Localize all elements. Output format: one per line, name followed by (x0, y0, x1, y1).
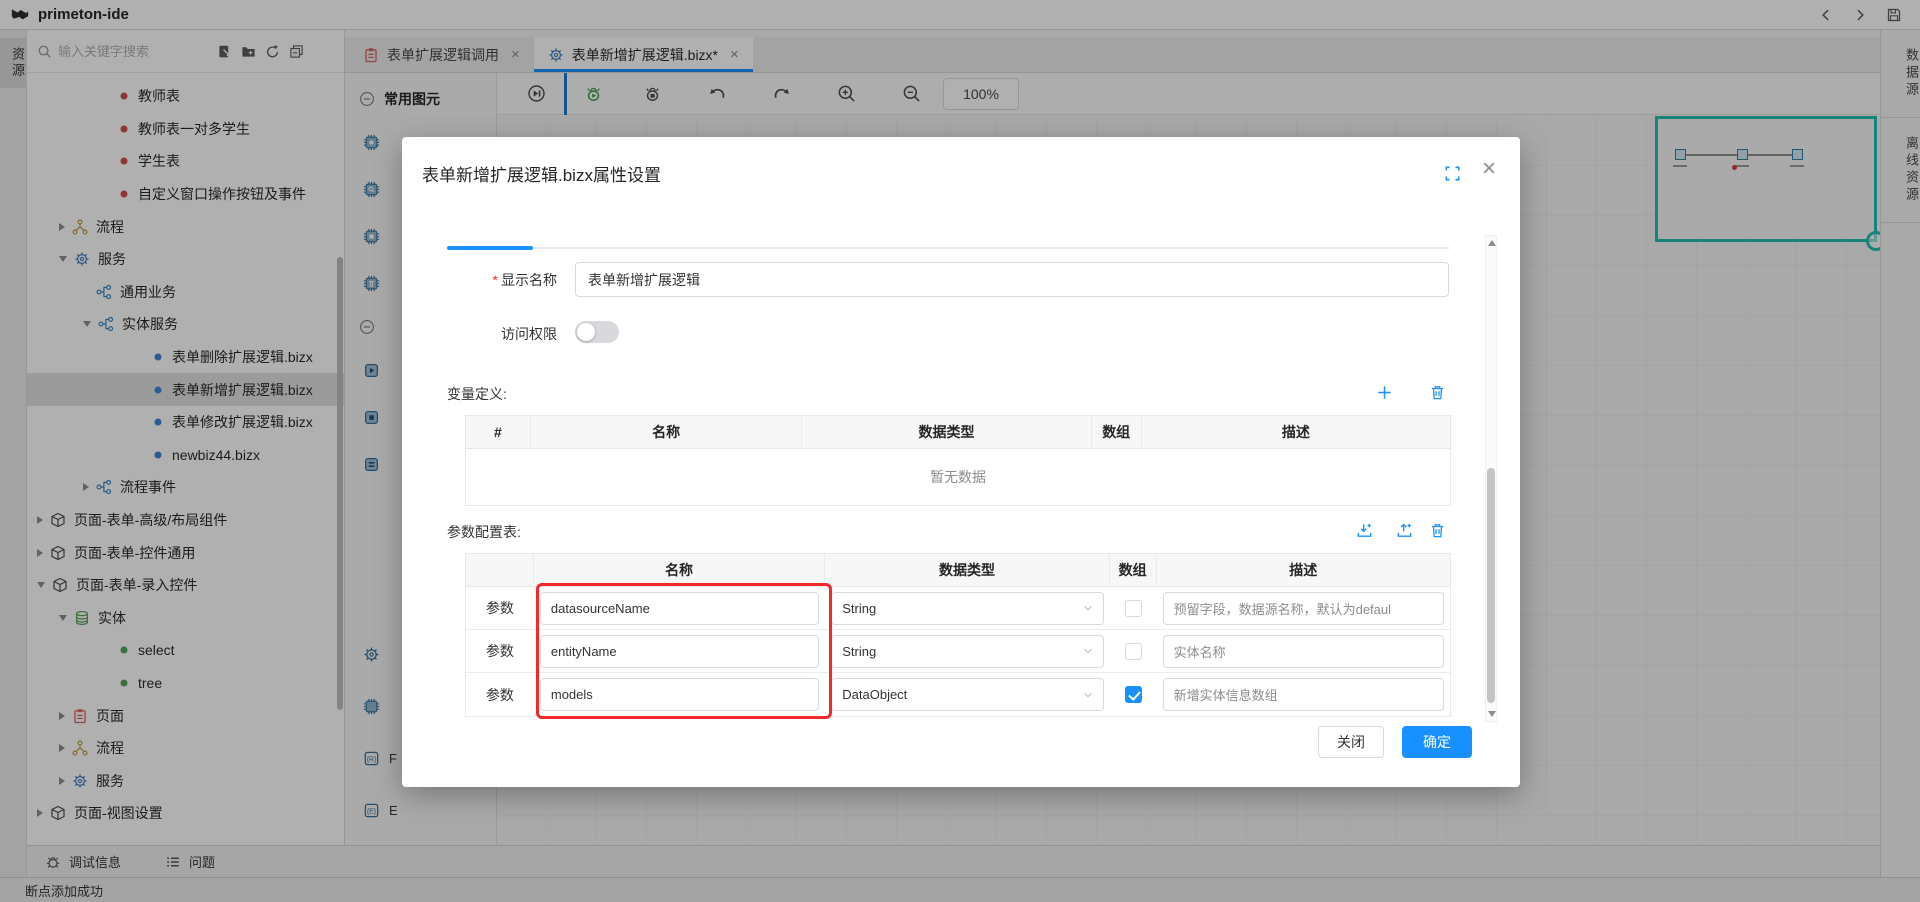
add-variable-icon[interactable] (1376, 384, 1393, 401)
table-column-header: 名称 (531, 416, 802, 448)
param-type-label: 参数 (486, 598, 514, 618)
close-icon[interactable]: × (1482, 157, 1496, 181)
param-description-input[interactable] (1163, 635, 1444, 668)
select-value: String (842, 644, 1080, 659)
param-array-checkbox[interactable] (1125, 686, 1142, 703)
table-column-header: 描述 (1157, 554, 1450, 586)
variables-table-header: #名称数据类型数组描述 (466, 416, 1450, 449)
variables-table: #名称数据类型数组描述 暂无数据 (465, 415, 1451, 506)
param-type-select[interactable]: String (831, 592, 1103, 625)
param-array-checkbox[interactable] (1125, 643, 1142, 660)
table-column-header: 数据类型 (825, 554, 1109, 586)
variables-section-label: 变量定义: (447, 384, 507, 404)
access-toggle[interactable] (575, 321, 619, 343)
table-column-header: # (466, 416, 531, 448)
table-column-header: 数组 (1092, 416, 1142, 448)
chevron-down-icon (1081, 644, 1095, 658)
params-table-header: 名称数据类型数组描述 (466, 554, 1450, 587)
param-type-label: 参数 (486, 685, 514, 705)
scroll-down-icon[interactable] (1488, 711, 1496, 717)
scrollbar-thumb[interactable] (1487, 468, 1495, 703)
params-section-label: 参数配置表: (447, 522, 521, 542)
table-column-header: 名称 (534, 554, 825, 586)
param-name-input[interactable] (540, 635, 819, 668)
param-description-input[interactable] (1163, 592, 1444, 625)
param-array-checkbox[interactable] (1125, 600, 1142, 617)
table-column-header: 数组 (1110, 554, 1157, 586)
variables-empty-text: 暂无数据 (466, 449, 1450, 505)
display-name-input[interactable] (575, 262, 1449, 297)
param-name-input[interactable] (540, 592, 819, 625)
param-name-input[interactable] (540, 678, 819, 711)
dialog-scrollbar[interactable] (1485, 235, 1497, 722)
param-type-select[interactable]: DataObject (831, 678, 1103, 711)
properties-dialog: 表单新增扩展逻辑.bizx属性设置 × *显示名称 访问权限 变量定义: #名称… (402, 137, 1520, 787)
param-type-label: 参数 (486, 641, 514, 661)
application-window: primeton-ide 资源 教师表教师表一对多学生学生表自定义窗口操作按钮及… (0, 0, 1920, 902)
access-label: 访问权限 (402, 324, 557, 344)
confirm-button[interactable]: 确定 (1402, 726, 1472, 758)
maximize-icon[interactable] (1444, 165, 1461, 182)
select-value: String (842, 601, 1080, 616)
scroll-up-icon[interactable] (1488, 240, 1496, 246)
chevron-down-icon (1081, 688, 1095, 702)
export-params-icon[interactable] (1396, 522, 1413, 539)
delete-variable-icon[interactable] (1429, 384, 1446, 401)
chevron-down-icon (1081, 601, 1095, 615)
dialog-tab-indicator (447, 247, 1449, 249)
param-row: 参数 String (466, 630, 1450, 673)
close-button[interactable]: 关闭 (1318, 726, 1384, 758)
select-value: DataObject (842, 687, 1080, 702)
table-column-header: 描述 (1142, 416, 1450, 448)
params-table: 名称数据类型数组描述 参数 String 参数 String 参数 DataObject (465, 553, 1451, 717)
import-params-icon[interactable] (1356, 522, 1373, 539)
params-table-body: 参数 String 参数 String 参数 DataObject (466, 587, 1450, 716)
dialog-title: 表单新增扩展逻辑.bizx属性设置 (422, 161, 661, 186)
param-type-select[interactable]: String (831, 635, 1103, 668)
table-column-header: 数据类型 (802, 416, 1091, 448)
param-row: 参数 DataObject (466, 673, 1450, 716)
display-name-label: *显示名称 (402, 270, 557, 290)
param-description-input[interactable] (1163, 678, 1444, 711)
table-column-header (466, 554, 534, 586)
param-row: 参数 String (466, 587, 1450, 630)
delete-param-icon[interactable] (1429, 522, 1446, 539)
